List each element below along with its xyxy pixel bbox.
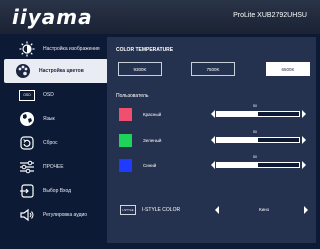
temp-7500k-button[interactable]: 7500K: [191, 62, 235, 76]
globe-icon: [19, 111, 35, 127]
blue-row: Синий 50: [115, 155, 310, 174]
blue-decrease-arrow[interactable]: [211, 161, 215, 169]
green-slider-fill: [217, 138, 258, 142]
sidebar-item-osd[interactable]: OSD OSD: [8, 83, 107, 107]
sidebar-item-audio[interactable]: Регулировка аудио: [8, 203, 107, 227]
temp-9300k-button[interactable]: 9300K: [118, 62, 162, 76]
osd-window: iiyama ProLite XUB2792UHSU Настройка изо…: [0, 0, 320, 249]
sidebar-item-language[interactable]: Язык: [8, 107, 107, 131]
sidebar-item-label: ПРОЧЕЕ: [43, 164, 64, 170]
red-slider[interactable]: [216, 111, 300, 117]
sidebar-item-reset[interactable]: Сброс: [8, 131, 107, 155]
blue-label: Синий: [143, 163, 157, 168]
green-value: 50: [253, 130, 257, 134]
sidebar-item-label: Выбор Вход: [43, 188, 72, 194]
palette-icon: [15, 63, 31, 79]
sidebar-item-picture[interactable]: Настройка изображения: [8, 37, 107, 61]
green-row: Зеленый 50: [115, 130, 310, 149]
reset-icon: [19, 135, 35, 151]
osd-icon: OSD: [19, 87, 35, 103]
header-bar: iiyama ProLite XUB2792UHSU: [0, 0, 320, 34]
sidebar-item-input[interactable]: Выбор Вход: [8, 179, 107, 203]
sidebar-item-other[interactable]: ПРОЧЕЕ: [8, 155, 107, 179]
sidebar-item-color[interactable]: Настройка цветов: [4, 59, 108, 83]
green-slider[interactable]: [216, 137, 300, 143]
sidebar: Настройка изображения Настройка цветов O…: [4, 37, 108, 243]
red-increase-arrow[interactable]: [302, 110, 306, 118]
red-value: 50: [253, 104, 257, 108]
blue-swatch: [119, 159, 132, 172]
blue-slider[interactable]: [216, 162, 300, 168]
temp-6500k-button[interactable]: 6500K: [266, 62, 310, 76]
sidebar-item-label: Регулировка аудио: [43, 212, 88, 218]
blue-slider-fill: [217, 163, 258, 167]
brightness-icon: [19, 41, 35, 57]
istyle-color-row: I-STYLE I-STYLE COLOR Кино: [115, 202, 310, 218]
red-row: Красный 50: [115, 104, 310, 123]
istyle-label: I-STYLE COLOR: [142, 207, 181, 213]
istyle-prev-arrow[interactable]: [215, 206, 219, 214]
color-temperature-title: COLOR TEMPERATURE: [116, 47, 174, 53]
brand-logo: iiyama: [12, 5, 93, 29]
sidebar-item-label: Язык: [43, 116, 55, 122]
sidebar-item-label: Сброс: [43, 140, 58, 146]
settings-panel: COLOR TEMPERATURE 9300K 7500K 6500K Поль…: [107, 37, 316, 243]
blue-value: 50: [253, 155, 257, 159]
sidebar-item-label: Настройка цветов: [39, 68, 84, 74]
green-decrease-arrow[interactable]: [211, 136, 215, 144]
sidebar-item-label: Настройка изображения: [43, 46, 100, 52]
sidebar-item-label: OSD: [43, 92, 54, 98]
model-name: ProLite XUB2792UHSU: [233, 12, 307, 19]
speaker-icon: [19, 207, 35, 223]
istyle-next-arrow[interactable]: [304, 206, 308, 214]
red-swatch: [119, 108, 132, 121]
red-label: Красный: [143, 112, 162, 117]
blue-increase-arrow[interactable]: [302, 161, 306, 169]
input-icon: [19, 183, 35, 199]
green-label: Зеленый: [143, 138, 162, 143]
istyle-icon: I-STYLE: [120, 205, 136, 215]
user-section-title: Пользователь: [116, 93, 149, 99]
red-decrease-arrow[interactable]: [211, 110, 215, 118]
istyle-value: Кино: [259, 207, 270, 212]
green-increase-arrow[interactable]: [302, 136, 306, 144]
red-slider-fill: [217, 112, 258, 116]
green-swatch: [119, 134, 132, 147]
sliders-icon: [19, 159, 35, 175]
